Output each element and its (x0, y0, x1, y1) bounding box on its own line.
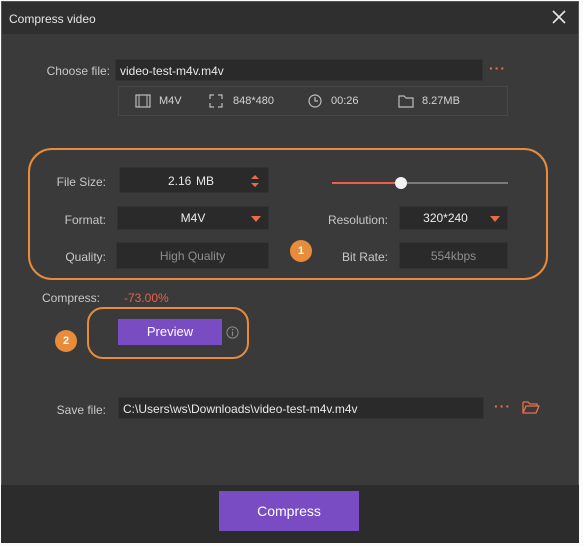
compress-button[interactable]: Compress (219, 491, 359, 531)
open-folder-icon[interactable] (522, 400, 540, 414)
clock-icon (308, 94, 322, 108)
resolution-label: Resolution: (327, 213, 388, 227)
file-size-stepper[interactable]: 2.16 MB (119, 167, 269, 193)
quality-label: Quality: (65, 250, 106, 264)
title-bar: Compress video (2, 2, 578, 34)
file-size-value: 2.16 (168, 174, 192, 188)
format-label: Format: (64, 213, 106, 227)
choose-file-value: video-test-m4v.m4v (120, 64, 224, 78)
dialog-title: Compress video (9, 12, 96, 26)
format-select[interactable]: M4V (117, 206, 269, 230)
bitrate-field: 554kbps (399, 242, 508, 269)
file-size-unit: MB (196, 174, 214, 188)
info-resolution: 848*480 (233, 95, 274, 107)
bitrate-value: 554kbps (430, 249, 477, 263)
info-icon[interactable] (226, 326, 239, 339)
close-icon[interactable] (549, 7, 569, 27)
step-badge-2: 2 (55, 330, 77, 352)
folder-icon (398, 95, 414, 108)
quality-field: High Quality (116, 242, 269, 269)
info-size: 8.27MB (422, 95, 460, 107)
preview-button[interactable]: Preview (118, 319, 222, 345)
info-duration: 00:26 (331, 95, 359, 107)
file-size-label: File Size: (56, 175, 106, 189)
slider-knob[interactable] (395, 177, 407, 189)
choose-file-field[interactable]: video-test-m4v.m4v (115, 59, 483, 81)
choose-file-label: Choose file: (46, 64, 110, 78)
quality-value: High Quality (159, 249, 226, 263)
file-info-bar: M4V 848*480 00:26 8.27MB (118, 86, 508, 116)
stepper-arrows-icon[interactable] (250, 173, 260, 189)
compress-ratio-value: -73.00% (124, 291, 169, 305)
resolution-icon (209, 94, 223, 108)
slider-fill (332, 182, 401, 184)
resolution-select[interactable]: 320*240 (399, 206, 508, 230)
info-format: M4V (159, 95, 182, 107)
save-file-field[interactable]: C:\Users\ws\Downloads\video-test-m4v.m4v (118, 397, 484, 419)
browse-more-icon[interactable]: ··· (489, 60, 506, 76)
file-size-slider[interactable] (332, 177, 508, 189)
compress-ratio-label: Compress: (42, 291, 101, 305)
format-value: M4V (180, 211, 206, 225)
save-file-value: C:\Users\ws\Downloads\video-test-m4v.m4v (123, 402, 358, 416)
resolution-value: 320*240 (423, 211, 468, 225)
save-file-label: Save file: (56, 403, 106, 417)
save-more-icon[interactable]: ··· (494, 398, 511, 414)
chevron-down-icon (251, 216, 261, 222)
chevron-down-icon (490, 216, 500, 222)
bitrate-label: Bit Rate: (341, 250, 388, 264)
film-icon (135, 94, 151, 108)
